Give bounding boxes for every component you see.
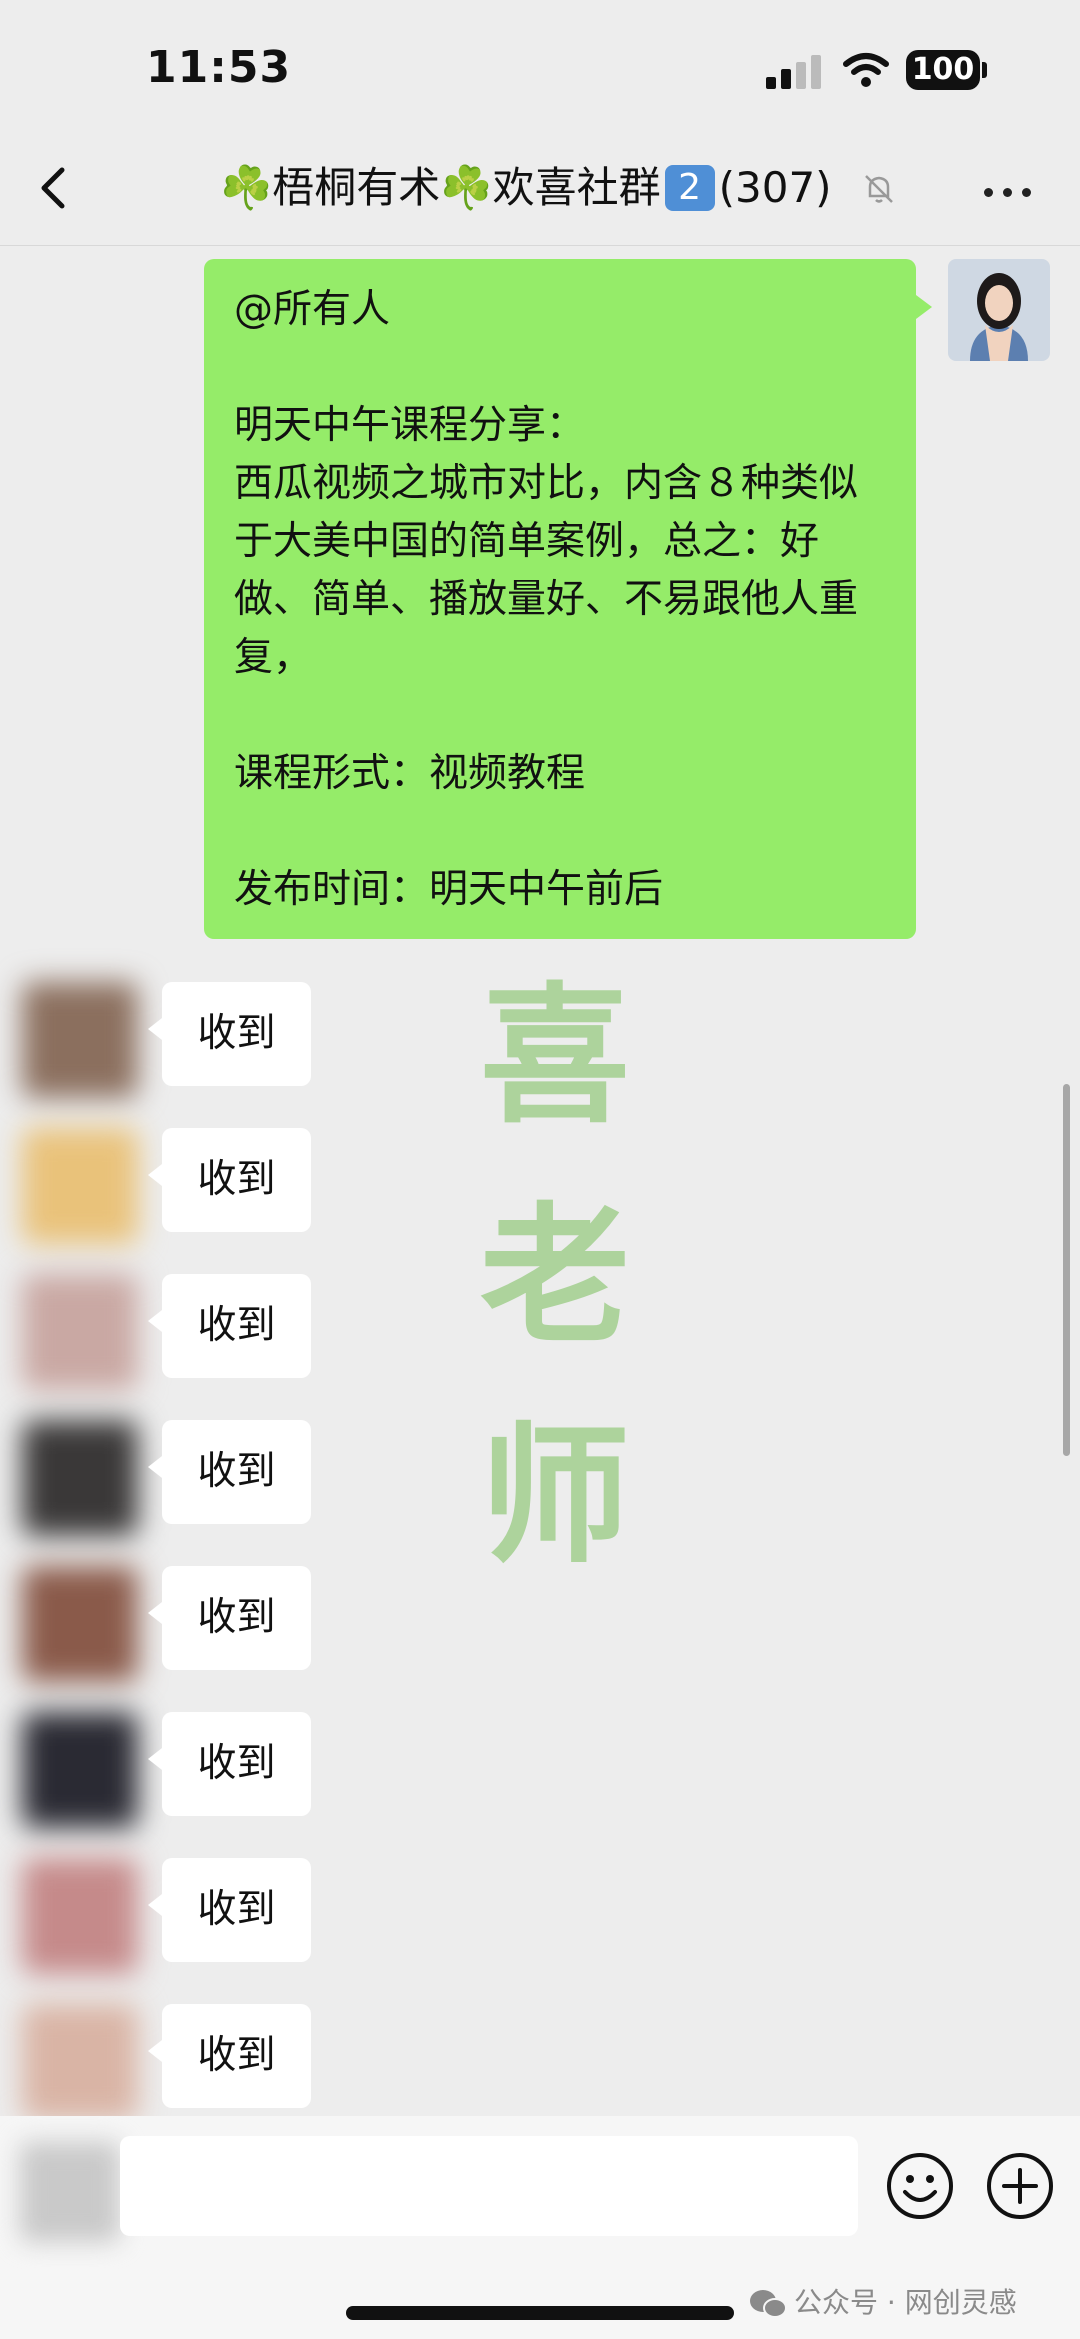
- avatar[interactable]: [22, 1712, 138, 1828]
- list-item: 收到: [0, 1712, 400, 1828]
- cellular-signal-icon: [766, 55, 824, 89]
- avatar[interactable]: [22, 1566, 138, 1682]
- message-list[interactable]: 欢 喜 老 师 @所有人 明天中午课程分享： 西瓜视频之城市对比，内含８种类似于…: [0, 246, 1080, 2116]
- wifi-icon: [843, 53, 889, 87]
- scrollbar[interactable]: [1063, 1084, 1070, 1456]
- list-item: 收到: [0, 1420, 400, 1536]
- avatar: [20, 2142, 120, 2242]
- battery-tip: [982, 62, 987, 78]
- watermark-char: 老: [479, 1188, 630, 1364]
- clover-emoji: ☘️: [220, 163, 273, 212]
- avatar[interactable]: [22, 982, 138, 1098]
- back-arrow-icon[interactable]: [30, 160, 80, 216]
- footer-watermark: 公众号 · 网创灵感: [748, 2281, 1017, 2321]
- avatar[interactable]: [948, 259, 1050, 361]
- bell-muted-icon: [865, 175, 893, 203]
- list-item: 收到: [0, 982, 400, 1098]
- avatar[interactable]: [22, 1858, 138, 1974]
- list-item: 收到: [0, 1566, 400, 1682]
- status-bar: 11:53 100: [0, 0, 1080, 130]
- group-name-part2: 欢喜社群: [492, 163, 661, 212]
- message-input[interactable]: [120, 2136, 858, 2236]
- chat-header: ☘️梧桐有术☘️欢喜社群 2 (307): [0, 130, 1080, 246]
- watermark-char: 师: [479, 1408, 630, 1584]
- chat-title[interactable]: ☘️梧桐有术☘️欢喜社群 2 (307): [220, 160, 900, 217]
- avatar[interactable]: [22, 2004, 138, 2116]
- avatar[interactable]: [22, 1274, 138, 1390]
- list-item: 收到: [0, 2004, 400, 2116]
- list-item: 收到: [0, 1858, 400, 1974]
- member-count: (307): [718, 163, 832, 212]
- home-indicator[interactable]: [346, 2306, 734, 2320]
- reply-message[interactable]: 收到: [148, 1128, 311, 1232]
- watermark-char: 喜: [479, 968, 630, 1144]
- input-bar: 公众号 · 网创灵感: [0, 2116, 1080, 2339]
- status-time: 11:53: [146, 42, 292, 93]
- list-item: 收到: [0, 1274, 400, 1390]
- reply-message[interactable]: 收到: [148, 1858, 311, 1962]
- avatar[interactable]: [22, 1128, 138, 1244]
- battery-indicator: 100: [906, 50, 980, 90]
- avatar[interactable]: [22, 1420, 138, 1536]
- plus-icon[interactable]: [984, 2150, 1056, 2222]
- reply-message[interactable]: 收到: [148, 1274, 311, 1378]
- emoji-icon[interactable]: [884, 2150, 956, 2222]
- reply-message[interactable]: 收到: [148, 2004, 311, 2108]
- reply-message[interactable]: 收到: [148, 982, 311, 1086]
- group-number-badge: 2: [664, 164, 715, 211]
- reply-message[interactable]: 收到: [148, 1566, 311, 1670]
- footer-watermark-text: 公众号 · 网创灵感: [794, 2286, 1017, 2319]
- more-dots-icon[interactable]: [984, 182, 1034, 202]
- announcement-message[interactable]: @所有人 明天中午课程分享： 西瓜视频之城市对比，内含８种类似于大美中国的简单案…: [204, 259, 932, 939]
- group-name-part1: 梧桐有术: [272, 163, 441, 212]
- list-item: 收到: [0, 1128, 400, 1244]
- clover-emoji: ☘️: [440, 163, 493, 212]
- reply-message[interactable]: 收到: [148, 1420, 311, 1524]
- wechat-icon: [750, 2290, 787, 2318]
- reply-message[interactable]: 收到: [148, 1712, 311, 1816]
